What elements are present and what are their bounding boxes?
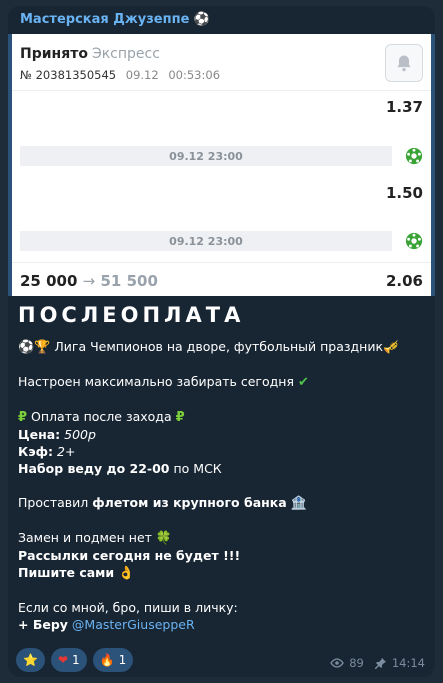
line-bold: + Беру: [18, 617, 68, 632]
payout-amount: 51 500: [100, 272, 158, 290]
reaction-star[interactable]: ⭐: [16, 648, 45, 672]
bell-icon: [397, 55, 411, 72]
text-line: Набор веду до 22-00 по МСК: [18, 460, 428, 477]
bet-status: Принято: [20, 46, 88, 62]
total-odd: 2.06: [385, 272, 423, 290]
ok-hand-emoji: 👌: [118, 566, 135, 581]
event-2-odd: 1.50: [385, 184, 423, 202]
price-value: 500р: [64, 427, 96, 442]
eye-icon: [330, 658, 344, 668]
recruit-bold: Набор веду до 22-00: [18, 461, 170, 476]
message-bubble: Мастерская Джузеппе ⚽ Принято Экспресс № …: [8, 6, 435, 677]
line-text: Оплата после захода: [31, 409, 172, 424]
divider: [12, 90, 431, 91]
text-line: Рассылки сегодня не будет !!!: [18, 548, 241, 563]
channel-name[interactable]: Мастерская Джузеппе ⚽: [20, 12, 210, 27]
recruit-rest: по МСК: [173, 461, 222, 476]
ruble-emoji: ₽: [18, 410, 28, 425]
divider: [12, 262, 431, 263]
text-line: Проставил флетом из крупного банка 🏦: [18, 494, 428, 512]
bet-meta: № 20381350545 09.12 00:53:06: [20, 68, 220, 82]
line-text: Лига Чемпионов на дворе, футбольный праз…: [54, 339, 384, 354]
coef-label: Кэф:: [18, 444, 54, 459]
message-text: ПОСЛЕОПЛАТА ⚽🏆 Лига Чемпионов на дворе, …: [18, 302, 428, 633]
reaction-heart[interactable]: ❤ 1: [50, 648, 87, 672]
headline: ПОСЛЕОПЛАТА: [18, 303, 245, 327]
star-icon: ⭐: [23, 653, 38, 667]
event-1-datetime: 09.12 23:00: [20, 146, 392, 166]
event-2-datetime: 09.12 23:00: [20, 231, 392, 251]
line-text: Пишите сами: [18, 565, 115, 580]
reaction-count: 1: [118, 653, 127, 667]
reaction-count: 1: [72, 653, 80, 667]
soccer-ball-icon: [405, 147, 423, 165]
line-text: Проставил: [18, 495, 89, 510]
heart-icon: ❤: [57, 653, 69, 667]
bet-time: 00:53:06: [168, 68, 221, 82]
notification-button[interactable]: [385, 44, 423, 82]
text-line: Если со мной, бро, пиши в личку:: [18, 600, 238, 615]
text-line: Пишите сами 👌: [18, 564, 428, 582]
reaction-fire[interactable]: 🔥 1: [92, 648, 134, 672]
message-time: 14:14: [391, 656, 425, 670]
text-line: Цена: 500р: [18, 426, 428, 443]
pin-icon: [374, 658, 386, 669]
arrow-right-icon: →: [82, 272, 96, 290]
line-text: Настроен максимально забирать сегодня: [18, 374, 294, 389]
text-line: Кэф: 2+: [18, 443, 428, 460]
bet-type: Экспресс: [91, 46, 160, 62]
reactions: ⭐ ❤ 1 🔥 1: [16, 648, 134, 672]
line-text: Замен и подмен нет: [18, 530, 152, 545]
text-line: Настроен максимально забирать сегодня ✔: [18, 373, 428, 391]
bet-number: № 20381350545: [20, 68, 117, 82]
line-bold: флетом из крупного банка: [92, 495, 287, 510]
text-line: + Беру @MasterGiuseppeR: [18, 616, 428, 633]
text-line: ⚽🏆 Лига Чемпионов на дворе, футбольный п…: [18, 338, 428, 356]
soccer-ball-emoji: ⚽: [193, 12, 211, 27]
stake-and-payout: 25 000 → 51 500: [20, 272, 158, 290]
views-count: 89: [349, 656, 364, 670]
bet-slip-card[interactable]: Принято Экспресс № 20381350545 09.12 00:5…: [8, 34, 435, 296]
fire-icon: 🔥: [99, 653, 115, 667]
bet-date: 09.12: [125, 68, 159, 82]
price-label: Цена:: [18, 427, 61, 442]
text-line: Замен и подмен нет 🍀: [18, 529, 428, 547]
text-line: ₽ Оплата после захода ₽: [18, 408, 428, 426]
clover-emoji: 🍀: [155, 531, 173, 546]
message-meta: 89 14:14: [330, 656, 425, 670]
ruble-emoji: ₽: [175, 410, 185, 425]
event-1-odd: 1.37: [385, 98, 423, 116]
trumpet-emoji: 🎺: [383, 340, 400, 355]
check-emoji: ✔: [297, 375, 309, 390]
bet-status-title: Принято Экспресс: [20, 46, 160, 62]
stake-amount: 25 000: [20, 272, 78, 290]
trophy-emoji: ⚽🏆: [18, 340, 51, 355]
soccer-ball-icon: [405, 232, 423, 250]
username-link[interactable]: @MasterGiuseppeR: [72, 617, 195, 632]
bank-emoji: 🏦: [290, 496, 307, 511]
coef-value: 2+: [57, 444, 76, 459]
channel-name-text: Мастерская Джузеппе: [20, 12, 190, 27]
